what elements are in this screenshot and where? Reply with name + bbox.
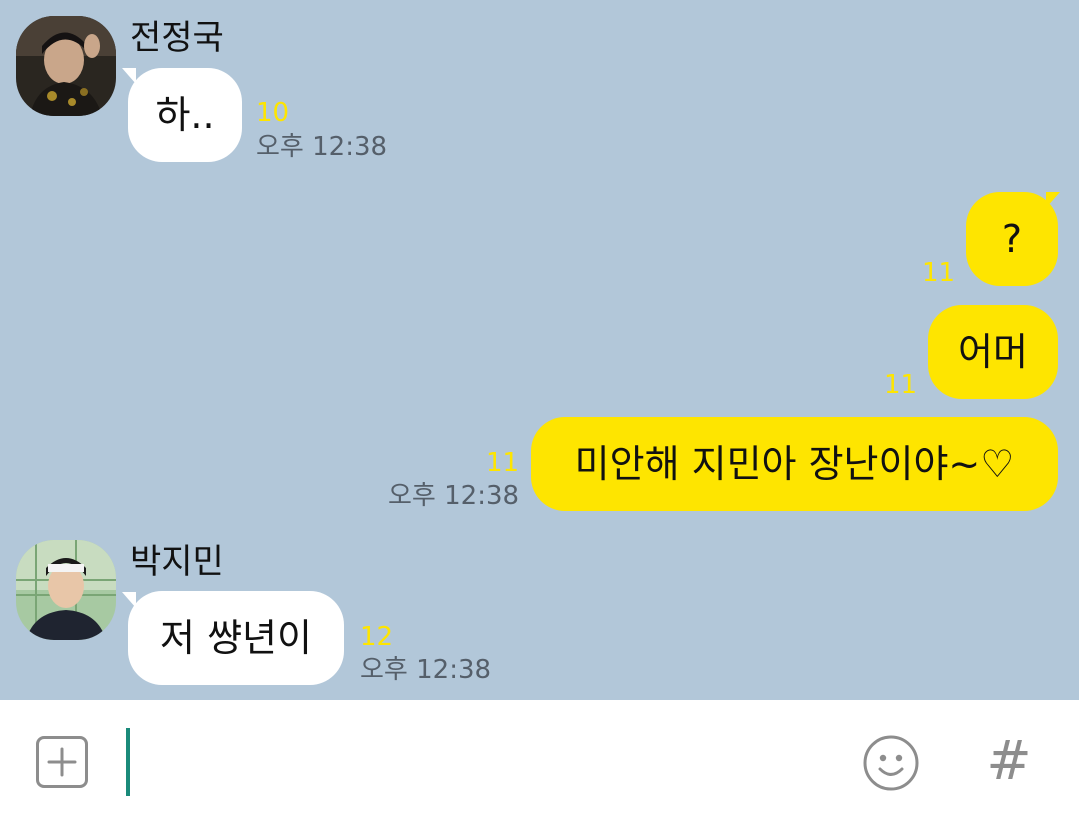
- message-time: 오후 12:38: [388, 481, 520, 511]
- text-cursor: [126, 728, 130, 796]
- unread-count: 11: [486, 448, 520, 478]
- avatar-jimin[interactable]: [16, 540, 116, 640]
- message-time: 오후 12:38: [360, 655, 492, 685]
- message-bubble[interactable]: 어머: [928, 305, 1058, 399]
- message-input[interactable]: [136, 726, 840, 800]
- unread-count: 10: [256, 98, 290, 128]
- unread-count: 11: [922, 258, 956, 288]
- avatar-jungkook[interactable]: [16, 16, 116, 116]
- unread-count: 11: [884, 370, 918, 400]
- unread-count: 12: [360, 622, 394, 652]
- message-bubble[interactable]: 미안해 지민아 장난이야~♡: [531, 417, 1058, 511]
- chat-area: 전정국 하.. 10 오후 12:38 ? 11 어머 11 미안해 지민아 장…: [0, 0, 1079, 700]
- message-bubble[interactable]: ?: [966, 192, 1058, 286]
- sender-name: 전정국: [130, 18, 224, 58]
- hash-search-button[interactable]: #: [984, 728, 1034, 794]
- plus-square-icon[interactable]: [36, 736, 88, 788]
- smiley-icon[interactable]: [862, 734, 920, 792]
- sender-name: 박지민: [130, 542, 224, 582]
- message-bubble[interactable]: 저 썅년이: [128, 591, 344, 685]
- message-time: 오후 12:38: [256, 132, 388, 162]
- message-bubble[interactable]: 하..: [128, 68, 242, 162]
- input-bar: #: [0, 700, 1079, 826]
